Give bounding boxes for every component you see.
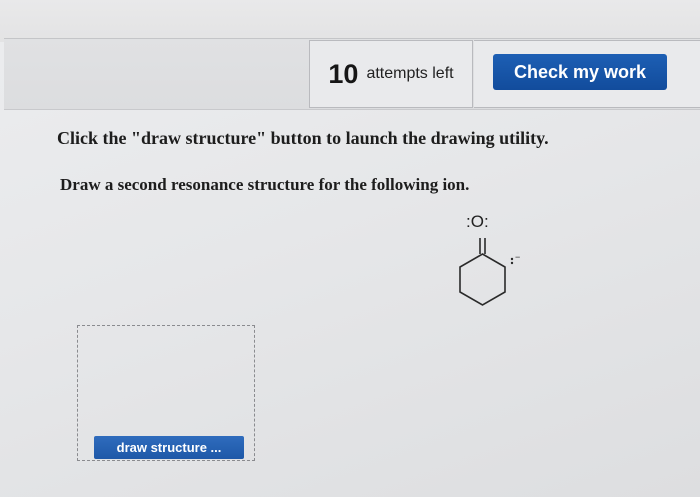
- check-my-work-button[interactable]: Check my work: [493, 54, 667, 90]
- top-strip: [0, 0, 700, 42]
- lone-pair-dot-2: [510, 261, 514, 265]
- oxygen-atom-label: :O:: [466, 212, 489, 231]
- instruction-text: Click the "draw structure" button to lau…: [57, 128, 549, 148]
- lone-pair-dot-1: [510, 257, 514, 261]
- attempts-label: attempts left: [366, 65, 454, 82]
- attempts-count: 10: [328, 58, 359, 89]
- draw-structure-button[interactable]: draw structure ...: [94, 436, 244, 459]
- cyclohexanone-structure-diagram: −: [459, 238, 520, 306]
- question-text: Draw a second resonance structure for th…: [60, 175, 470, 194]
- ring: [459, 253, 506, 306]
- attempts-indicator: 10 attempts left: [309, 40, 473, 108]
- negative-charge-mark: −: [515, 252, 520, 262]
